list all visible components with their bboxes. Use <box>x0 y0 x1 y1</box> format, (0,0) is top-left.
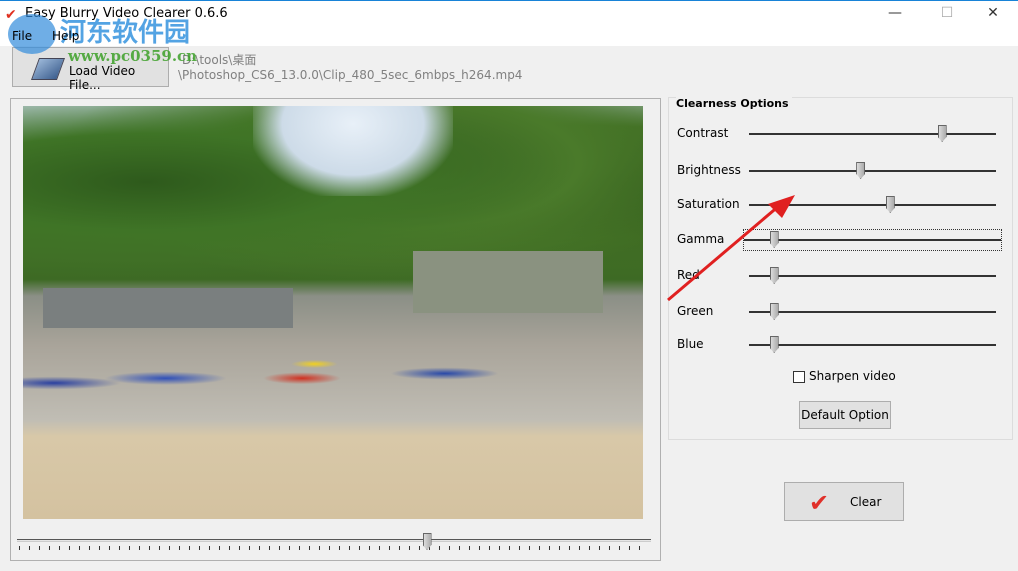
video-riders <box>23 326 643 421</box>
seek-ticks <box>19 546 649 550</box>
seek-track <box>17 539 651 542</box>
slider-label-brightness: Brightness <box>677 163 741 177</box>
video-file-icon <box>30 58 66 80</box>
annotation-arrow <box>667 195 795 302</box>
slider-track <box>749 311 996 313</box>
clear-button[interactable]: ✔ Clear <box>784 482 904 521</box>
menu-file[interactable]: File <box>12 29 32 43</box>
video-panel <box>10 98 661 561</box>
minimize-button[interactable]: — <box>880 5 910 21</box>
watermark-url: www.pc0359.cn <box>68 47 198 65</box>
clear-label: Clear <box>850 495 882 509</box>
close-button[interactable]: ✕ <box>978 5 1008 21</box>
default-option-button[interactable]: Default Option <box>799 401 891 429</box>
file-path-line2: \Photoshop_CS6_13.0.0\Clip_480_5sec_6mbp… <box>178 68 523 82</box>
load-video-label: Load Video File... <box>69 64 136 92</box>
slider-thumb[interactable] <box>937 125 947 142</box>
video-sky <box>253 106 453 196</box>
slider-label-blue: Blue <box>677 337 704 351</box>
slider-thumb[interactable] <box>885 196 895 213</box>
video-wall <box>413 251 603 313</box>
slider-thumb[interactable] <box>769 336 779 353</box>
slider-track <box>749 133 996 135</box>
slider-track <box>749 344 996 346</box>
file-path: D:\tools\桌面 \Photoshop_CS6_13.0.0\Clip_4… <box>178 53 522 83</box>
group-title: Clearness Options <box>676 97 792 110</box>
seek-slider[interactable] <box>17 529 651 555</box>
sharpen-checkbox[interactable] <box>793 371 805 383</box>
video-preview <box>23 106 643 519</box>
check-icon: ✔ <box>809 489 830 517</box>
slider-track <box>749 170 996 172</box>
sharpen-label[interactable]: Sharpen video <box>809 369 896 383</box>
slider-thumb[interactable] <box>856 162 866 179</box>
file-path-line1: D:\tools\桌面 <box>182 53 257 67</box>
video-ramp <box>43 288 293 328</box>
menu-help[interactable]: Help <box>52 29 79 43</box>
slider-label-contrast: Contrast <box>677 126 729 140</box>
arrow-head <box>768 195 795 218</box>
maximize-button[interactable]: ☐ <box>932 5 962 21</box>
slider-blue[interactable] <box>749 335 996 355</box>
slider-contrast[interactable] <box>749 124 996 144</box>
watermark-text: 河东软件园 <box>60 18 191 48</box>
arrow-shaft <box>667 203 781 302</box>
slider-brightness[interactable] <box>749 161 996 181</box>
